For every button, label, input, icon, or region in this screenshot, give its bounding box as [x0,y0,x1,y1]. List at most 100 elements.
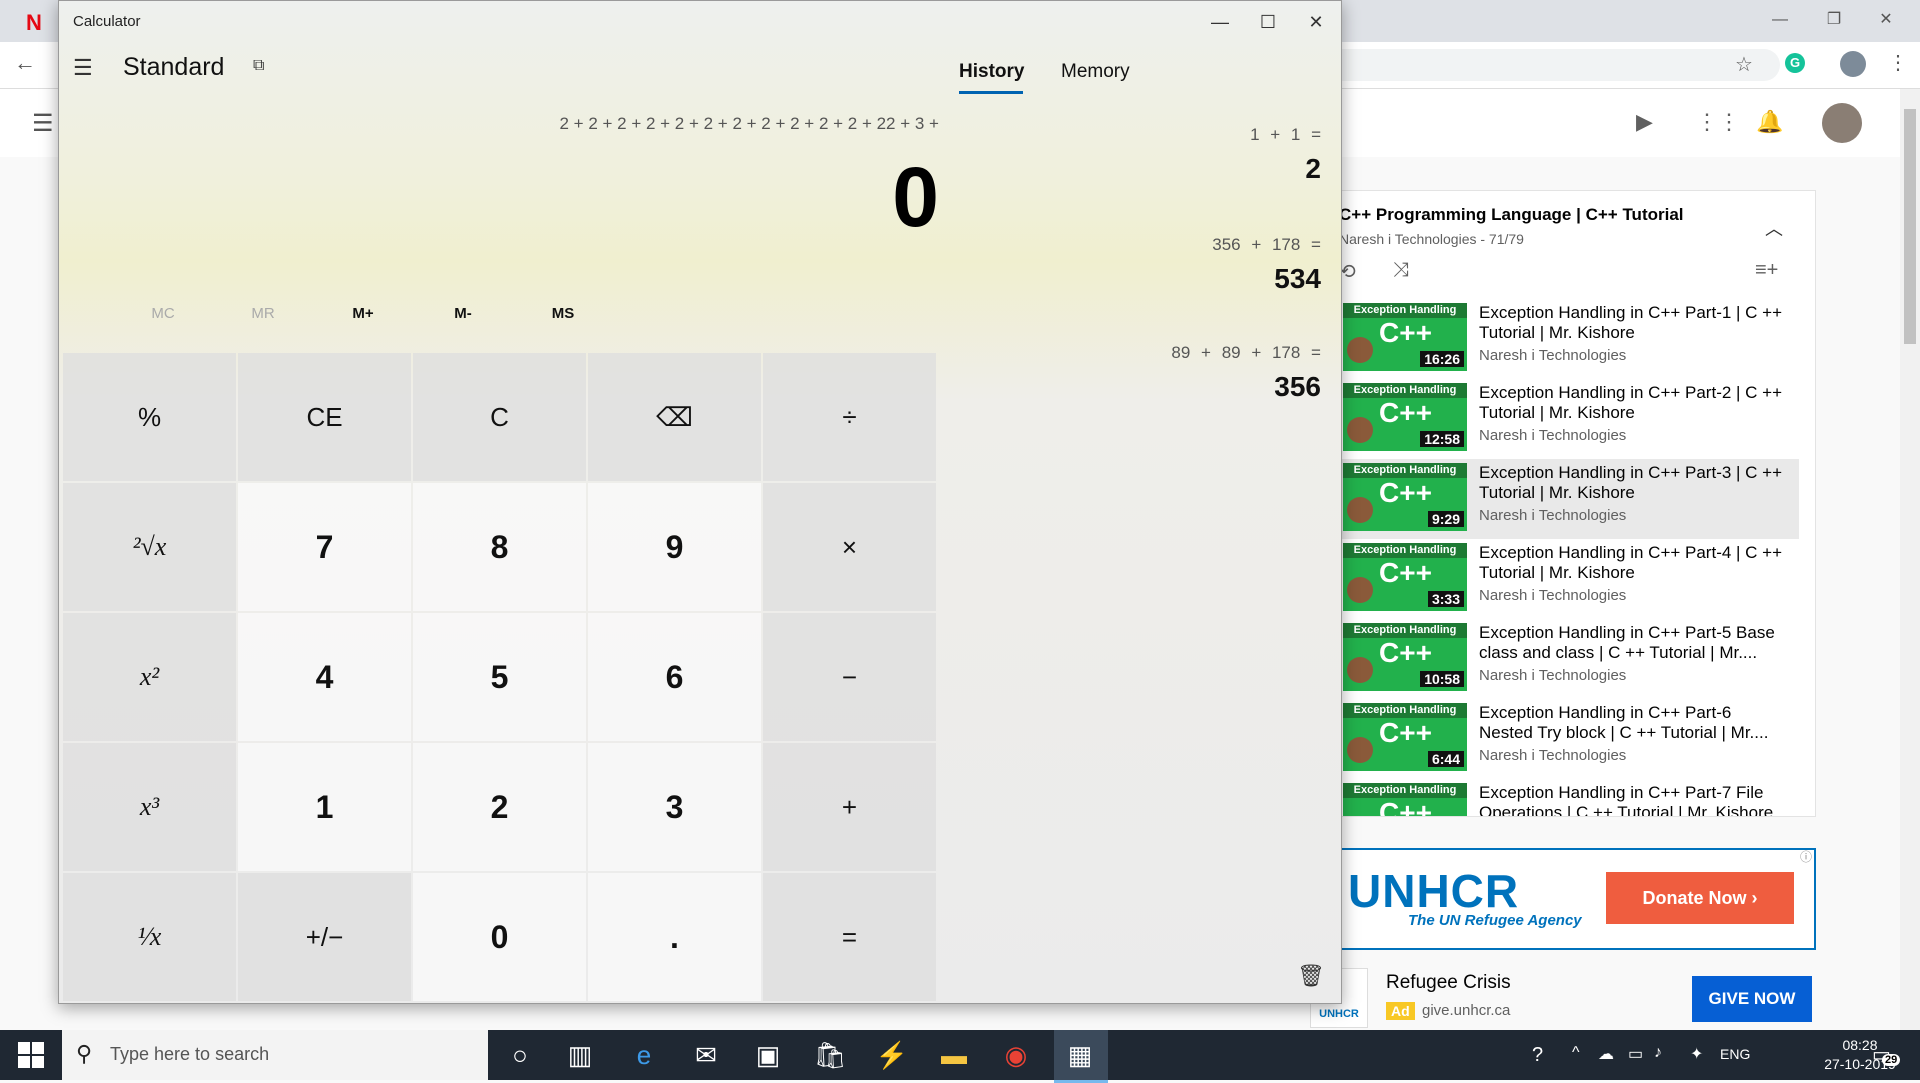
edge-icon[interactable]: e [620,1038,668,1072]
mail-icon[interactable]: ✉ [682,1038,730,1072]
mr-button[interactable]: MR [213,305,313,322]
square-root-button[interactable]: ²√x [63,483,236,611]
address-bar[interactable] [1300,49,1780,81]
add-button[interactable]: + [763,743,936,871]
digit-2-button[interactable]: 2 [413,743,586,871]
video-thumbnail[interactable]: Exception Handling C++ 6:44 [1343,703,1467,771]
video-title[interactable]: Exception Handling in C++ Part-1 | C ++ … [1479,303,1789,343]
browser-minimize-button[interactable]: — [1760,6,1800,34]
dropbox-icon[interactable]: ✦ [1690,1044,1703,1064]
browser-profile-avatar[interactable] [1840,51,1866,77]
nav-menu-icon[interactable]: ☰ [73,55,93,81]
video-thumbnail[interactable]: Exception Handling C++ 10:58 [1343,623,1467,691]
chrome-icon[interactable]: ◉ [992,1038,1040,1072]
decimal-button[interactable]: . [588,873,761,1001]
donate-now-button[interactable]: Donate Now › [1606,872,1794,924]
language-indicator[interactable]: ENG [1720,1046,1750,1062]
video-thumbnail[interactable]: Exception Handling C++ 9:29 [1343,463,1467,531]
ad-url[interactable]: give.unhcr.ca [1422,1002,1510,1019]
ad-title[interactable]: Refugee Crisis [1386,972,1511,994]
maximize-button[interactable]: ☐ [1245,7,1291,37]
ms-button[interactable]: MS [513,305,613,322]
browser-menu-icon[interactable]: ⋮ [1888,50,1908,75]
video-thumbnail[interactable]: Exception Handling C++ 3:33 [1343,543,1467,611]
playlist-item[interactable]: Exception Handling C++ 16:26 Exception Hand… [1331,299,1799,379]
clear-button[interactable]: C [413,353,586,481]
ad-banner[interactable]: UNHCR The UN Refugee Agency Donate Now › [1336,848,1816,950]
netflix-tab-icon[interactable]: N [26,10,42,36]
video-title[interactable]: Exception Handling in C++ Part-7 File Op… [1479,783,1789,816]
digit-4-button[interactable]: 4 [238,613,411,741]
store-icon[interactable]: 🛍 [806,1038,854,1072]
playlist-item[interactable]: Exception Handling C++ 12:58 Exception Hand… [1331,379,1799,459]
subtract-button[interactable]: − [763,613,936,741]
ad-info-icon[interactable]: ⓘ [1800,848,1812,865]
network-app-icon[interactable]: ▣ [744,1038,792,1072]
digit-1-button[interactable]: 1 [238,743,411,871]
playlist-item[interactable]: Exception Handling C++ 3:33 Exception Handl… [1331,539,1799,619]
video-title[interactable]: Exception Handling in C++ Part-4 | C ++ … [1479,543,1789,583]
back-icon[interactable]: ← [14,50,36,76]
percent-button[interactable]: % [63,353,236,481]
page-scrollbar[interactable] [1900,89,1920,1030]
playlist-item[interactable]: Exception Handling C++ 9:29 Exception Handl… [1331,459,1799,539]
keep-on-top-icon[interactable]: ⧉ [253,57,264,75]
save-playlist-icon[interactable]: ≡+ [1755,259,1778,282]
negate-button[interactable]: +/− [238,873,411,1001]
tab-history[interactable]: History [959,61,1024,83]
collapse-icon[interactable]: ︿ [1765,215,1783,241]
history-item[interactable]: 356 + 178 = 534 [959,235,1321,295]
volume-icon[interactable]: ♪ [1654,1044,1662,1062]
windows-start-icon[interactable] [18,1042,44,1068]
video-title[interactable]: Exception Handling in C++ Part-6 Nested … [1479,703,1789,743]
task-view-icon[interactable]: ▥ [556,1038,604,1072]
youtube-avatar[interactable] [1822,103,1862,143]
digit-8-button[interactable]: 8 [413,483,586,611]
notification-bell-icon[interactable]: 🔔 [1756,109,1783,135]
video-title[interactable]: Exception Handling in C++ Part-2 | C ++ … [1479,383,1789,423]
digit-6-button[interactable]: 6 [588,613,761,741]
file-explorer-icon[interactable]: ▬ [930,1038,978,1072]
square-button[interactable]: x² [63,613,236,741]
playlist-title[interactable]: C++ Programming Language | C++ Tutorial [1339,205,1684,225]
video-title[interactable]: Exception Handling in C++ Part-3 | C ++ … [1479,463,1789,503]
cube-button[interactable]: x³ [63,743,236,871]
history-item[interactable]: 1 + 1 = 2 [959,125,1321,185]
calculator-icon[interactable]: ▦ [1056,1038,1104,1072]
minimize-button[interactable]: — [1197,7,1243,37]
video-title[interactable]: Exception Handling in C++ Part-5 Base cl… [1479,623,1789,663]
clear-history-icon[interactable]: 🗑 [1297,963,1325,989]
digit-9-button[interactable]: 9 [588,483,761,611]
browser-close-button[interactable]: ✕ [1866,6,1906,34]
mc-button[interactable]: MC [113,305,213,322]
video-thumbnail[interactable]: Exception Handling C++ 16:26 [1343,303,1467,371]
m-plus-button[interactable]: M+ [313,305,413,322]
digit-5-button[interactable]: 5 [413,613,586,741]
cortana-icon[interactable]: ○ [496,1038,544,1072]
history-item[interactable]: 89 + 89 + 178 = 356 [959,343,1321,403]
m-minus-button[interactable]: M- [413,305,513,322]
battery-icon[interactable]: ▭ [1628,1044,1643,1064]
give-now-button[interactable]: GIVE NOW [1692,976,1812,1022]
digit-7-button[interactable]: 7 [238,483,411,611]
onedrive-icon[interactable]: ☁ [1598,1044,1614,1064]
clear-entry-button[interactable]: CE [238,353,411,481]
grammarly-icon[interactable]: G [1785,53,1805,73]
backspace-button[interactable]: ⌫ [588,353,761,481]
apps-grid-icon[interactable]: ⋮⋮ [1696,109,1740,135]
video-thumbnail[interactable]: Exception Handling C++ [1343,783,1467,816]
tray-expand-icon[interactable]: ^ [1572,1044,1580,1062]
shuffle-icon[interactable]: ⤨ [1393,259,1409,282]
equals-button[interactable]: = [763,873,936,1001]
help-icon[interactable]: ? [1532,1044,1543,1067]
digit-3-button[interactable]: 3 [588,743,761,871]
reciprocal-button[interactable]: ¹⁄x [63,873,236,1001]
close-button[interactable]: ✕ [1293,7,1339,37]
visual-studio-icon[interactable]: ⚡ [868,1038,916,1072]
tab-memory[interactable]: Memory [1061,61,1130,83]
star-icon[interactable]: ☆ [1735,52,1753,77]
digit-0-button[interactable]: 0 [413,873,586,1001]
playlist-item[interactable]: Exception Handling C++ Exception Handling … [1331,779,1799,816]
multiply-button[interactable]: × [763,483,936,611]
playlist-item[interactable]: Exception Handling C++ 10:58 Exception Hand… [1331,619,1799,699]
